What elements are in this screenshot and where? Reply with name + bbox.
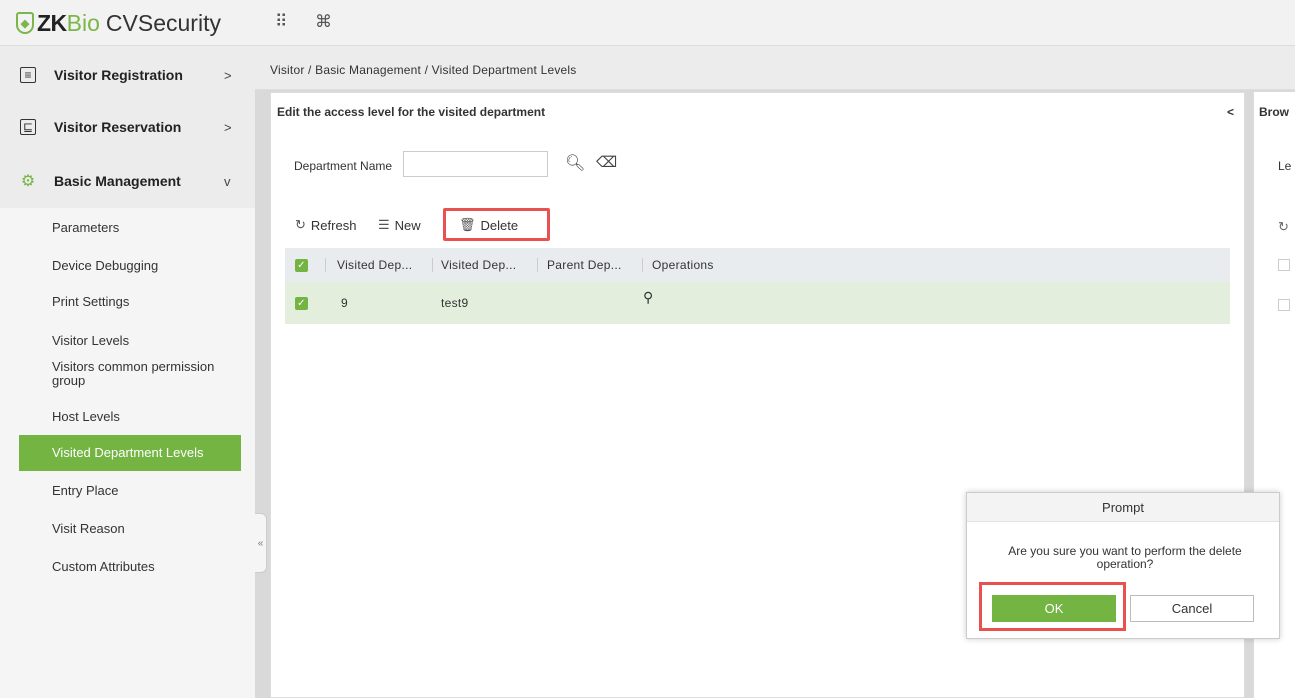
column-header[interactable]: Visited Dep... — [441, 248, 516, 282]
sidebar-collapse-handle[interactable]: « — [255, 513, 267, 573]
refresh-icon: ↻ — [295, 217, 306, 232]
sidebar-item-parameters[interactable]: Parameters — [19, 221, 241, 235]
table-row[interactable]: ✓ 9 test9 ⚲ — [285, 282, 1230, 324]
app-logo: ◆ ZK Bio CVSecurity — [16, 8, 221, 38]
logo-brand: ZK — [37, 9, 67, 36]
add-list-icon: ☰ — [378, 217, 390, 232]
check-icon: ✓ — [295, 296, 308, 310]
sidebar: ≡ Visitor Registration > ⊑ Visitor Reser… — [0, 46, 255, 698]
table-cell: 9 — [341, 296, 348, 310]
eraser-icon[interactable]: ⌫ — [596, 153, 617, 171]
sidebar-item-visitor-levels[interactable]: Visitor Levels — [19, 334, 241, 348]
breadcrumb: Visitor / Basic Management / Visited Dep… — [255, 46, 1295, 90]
management-icon: ⚙ — [20, 173, 36, 190]
select-all-checkbox[interactable]: ✓ — [295, 248, 308, 282]
sidebar-item-visited-department-levels[interactable]: Visited Department Levels — [19, 435, 241, 471]
reservation-icon: ⊑ — [20, 119, 36, 135]
column-header[interactable]: Visited Dep... — [337, 248, 412, 282]
checkbox[interactable] — [1278, 259, 1290, 271]
refresh-button[interactable]: ↻ Refresh — [295, 217, 356, 233]
panel-title: Edit the access level for the visited de… — [277, 105, 546, 119]
sidebar-item-visitors-common-permission-group[interactable]: Visitors common permission group — [19, 360, 241, 388]
delete-highlight-box — [443, 208, 550, 241]
column-header[interactable]: Operations — [652, 248, 714, 282]
column-separator — [537, 258, 538, 272]
chevron-down-icon: v — [224, 173, 231, 189]
department-name-label: Department Name — [294, 159, 393, 173]
right-panel-label: Le — [1278, 159, 1292, 173]
registration-icon: ≡ — [20, 67, 36, 83]
column-separator — [325, 258, 326, 272]
sidebar-item-device-debugging[interactable]: Device Debugging — [19, 259, 241, 273]
refresh-icon[interactable]: ↻ — [1278, 219, 1289, 235]
dialog-title: Prompt — [967, 493, 1279, 522]
cancel-button[interactable]: Cancel — [1130, 595, 1254, 622]
sidebar-group-label: Basic Management — [54, 173, 181, 189]
search-icon[interactable]: 🔍︎ — [565, 153, 585, 173]
add-personnel-icon[interactable]: ⚲ — [643, 276, 654, 318]
row-checkbox[interactable]: ✓ — [295, 282, 308, 324]
sidebar-group-visitor-registration[interactable]: ≡ Visitor Registration > — [0, 50, 255, 100]
shield-logo-icon: ◆ — [16, 12, 34, 34]
table-header: ✓ Visited Dep... Visited Dep... Parent D… — [285, 248, 1230, 282]
new-button[interactable]: ☰ New — [378, 217, 421, 233]
right-panel-title: Brow — [1259, 105, 1289, 119]
grid-icon[interactable]: ⠿ — [275, 12, 287, 32]
prompt-dialog: Prompt Are you sure you want to perform … — [966, 492, 1280, 639]
ok-button[interactable]: OK — [992, 595, 1116, 622]
sidebar-group-label: Visitor Registration — [54, 67, 183, 83]
column-separator — [432, 258, 433, 272]
panel-collapse-icon[interactable]: < — [1227, 105, 1234, 119]
sidebar-subnav: Parameters Device Debugging Print Settin… — [0, 208, 255, 698]
column-separator — [642, 258, 643, 272]
check-icon: ✓ — [295, 258, 308, 272]
chevron-right-icon: > — [224, 119, 232, 135]
sidebar-group-label: Visitor Reservation — [54, 119, 182, 135]
department-name-input[interactable] — [403, 151, 548, 177]
chevron-right-icon: > — [224, 67, 232, 83]
sidebar-item-host-levels[interactable]: Host Levels — [19, 410, 241, 424]
logo-product: CVSecurity — [105, 9, 221, 36]
dialog-message: Are you sure you want to perform the del… — [1008, 544, 1242, 571]
sidebar-item-visit-reason[interactable]: Visit Reason — [19, 522, 241, 536]
refresh-label: Refresh — [310, 217, 357, 233]
new-label: New — [394, 217, 421, 233]
sidebar-item-print-settings[interactable]: Print Settings — [19, 295, 241, 309]
top-bar: ◆ ZK Bio CVSecurity ⠿ ⌘ — [0, 0, 1295, 46]
column-header[interactable]: Parent Dep... — [547, 248, 622, 282]
sidebar-group-visitor-reservation[interactable]: ⊑ Visitor Reservation > — [0, 102, 255, 152]
logo-brand-bio: Bio — [66, 9, 100, 36]
sidebar-item-entry-place[interactable]: Entry Place — [19, 484, 241, 498]
command-icon[interactable]: ⌘ — [315, 12, 332, 32]
sidebar-item-custom-attributes[interactable]: Custom Attributes — [19, 560, 241, 574]
sidebar-group-basic-management[interactable]: ⚙ Basic Management v — [0, 156, 255, 206]
table-cell: test9 — [441, 296, 469, 310]
checkbox[interactable] — [1278, 299, 1290, 311]
